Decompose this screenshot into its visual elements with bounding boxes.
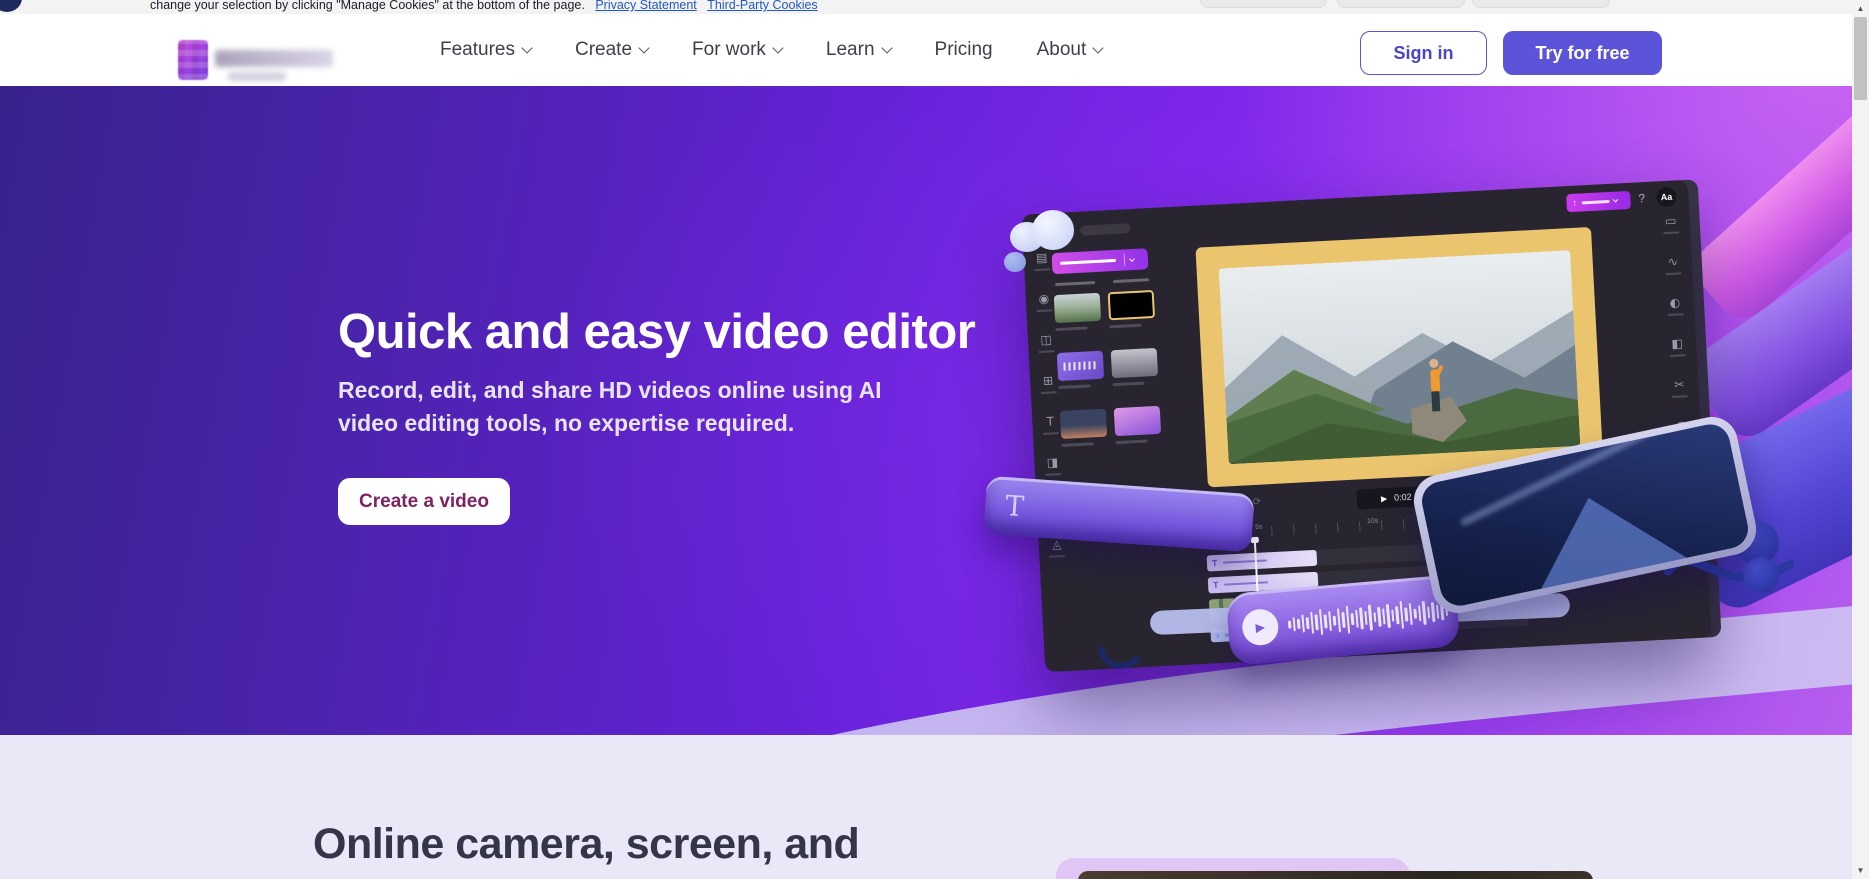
scrollbar-thumb[interactable] bbox=[1854, 17, 1867, 100]
cookie-reject-button[interactable] bbox=[1337, 0, 1465, 8]
media-thumbnail bbox=[1110, 347, 1159, 387]
try-for-free-button[interactable]: Try for free bbox=[1503, 31, 1662, 75]
chevron-down-icon bbox=[1612, 196, 1618, 203]
media-thumbnail bbox=[1053, 292, 1102, 332]
scroll-up-arrow[interactable]: ▲ bbox=[1852, 0, 1869, 17]
redo-icon: ⟳ bbox=[1252, 496, 1262, 509]
brand-logo-icon[interactable] bbox=[178, 40, 208, 80]
sign-in-button[interactable]: Sign in bbox=[1360, 31, 1487, 75]
transitions-icon: ◨ bbox=[1044, 455, 1062, 476]
record-create-icon: ◉ bbox=[1036, 291, 1053, 313]
captions-icon: ▭ bbox=[1662, 214, 1680, 235]
project-title-placeholder bbox=[1080, 223, 1131, 236]
hook-decoration bbox=[1098, 646, 1140, 669]
second-section: Online camera, screen, and voice recorde… bbox=[0, 735, 1852, 879]
text-icon: T bbox=[1042, 414, 1060, 435]
scroll-down-arrow[interactable]: ▼ bbox=[1852, 862, 1869, 879]
section-heading: Online camera, screen, and voice recorde… bbox=[313, 820, 860, 879]
nav-menu-item[interactable]: Create bbox=[575, 39, 650, 61]
media-thumbnail-selected bbox=[1107, 289, 1156, 329]
hero-section: Quick and easy video editor Record, edit… bbox=[0, 86, 1852, 735]
templates-icon: ⊞ bbox=[1040, 373, 1057, 394]
nav-menu-item[interactable]: Features bbox=[440, 39, 533, 61]
nav-menu-item[interactable]: Learn bbox=[826, 39, 893, 61]
content-library-icon: ◫ bbox=[1038, 332, 1055, 354]
cookie-message: change your selection by clicking "Manag… bbox=[150, 0, 585, 12]
chevron-down-icon bbox=[638, 41, 650, 54]
import-media-button bbox=[1051, 248, 1149, 275]
preview-canvas bbox=[1195, 226, 1604, 488]
brand-wordmark-sub bbox=[228, 72, 286, 81]
chevron-down-icon bbox=[521, 41, 533, 54]
feature-image bbox=[1078, 871, 1593, 879]
cookie-banner: change your selection by clicking "Manag… bbox=[0, 0, 1852, 14]
text-styles-badge: Aa bbox=[1655, 186, 1677, 208]
media-thumbnail bbox=[1113, 405, 1162, 445]
cookie-manage-button[interactable] bbox=[1472, 0, 1610, 8]
your-media-icon: ▤ bbox=[1033, 250, 1051, 272]
audio-icon: ∿ bbox=[1665, 254, 1682, 276]
privacy-statement-link[interactable]: Privacy Statement bbox=[595, 0, 696, 12]
audio-waveform bbox=[1286, 591, 1449, 645]
top-navigation: Features Create For work Learn Pricing A… bbox=[0, 14, 1852, 86]
export-icon: ↑ bbox=[1572, 197, 1578, 208]
media-thumbnail bbox=[1059, 408, 1108, 447]
media-panel bbox=[1053, 289, 1162, 447]
text-tool-t-glyph: T bbox=[1004, 489, 1026, 524]
nav-menu-item[interactable]: For work bbox=[692, 39, 784, 61]
play-icon: ▶ bbox=[1380, 493, 1388, 503]
adjust-icon: ◐ bbox=[1667, 295, 1684, 317]
fill-icon: ◧ bbox=[1669, 336, 1686, 358]
preview-photo bbox=[1218, 250, 1581, 465]
play-button-icon: ▶ bbox=[1240, 607, 1280, 647]
nav-menu-item[interactable]: About bbox=[1037, 39, 1104, 61]
brand-kit-icon: ◬ bbox=[1048, 537, 1066, 558]
media-sort-placeholder bbox=[1113, 278, 1150, 284]
help-icon: ? bbox=[1638, 191, 1646, 206]
chevron-down-icon bbox=[772, 41, 784, 54]
third-party-cookies-link[interactable]: Third-Party Cookies bbox=[707, 0, 817, 12]
nav-menu-item[interactable]: Pricing bbox=[935, 39, 993, 61]
brand-wordmark bbox=[215, 50, 333, 67]
consent-logo-icon bbox=[0, 0, 22, 12]
media-filter-placeholder bbox=[1055, 281, 1096, 287]
chevron-down-icon bbox=[1092, 41, 1104, 54]
chevron-down-icon bbox=[880, 41, 893, 54]
nav-menu: Features Create For work Learn Pricing A… bbox=[440, 14, 1104, 86]
split-icon: ✂ bbox=[1671, 377, 1688, 398]
music-note-icon: ♪ bbox=[1215, 630, 1220, 641]
browser-scrollbar[interactable]: ▲ ▼ bbox=[1852, 0, 1869, 879]
cookie-banner-text: change your selection by clicking "Manag… bbox=[150, 0, 818, 12]
media-thumbnail-audio bbox=[1056, 350, 1105, 390]
export-button: ↑ bbox=[1566, 190, 1631, 213]
cookie-accept-button[interactable] bbox=[1200, 0, 1327, 8]
text-clip[interactable]: T bbox=[1206, 549, 1318, 572]
chevron-down-icon bbox=[1129, 255, 1135, 262]
